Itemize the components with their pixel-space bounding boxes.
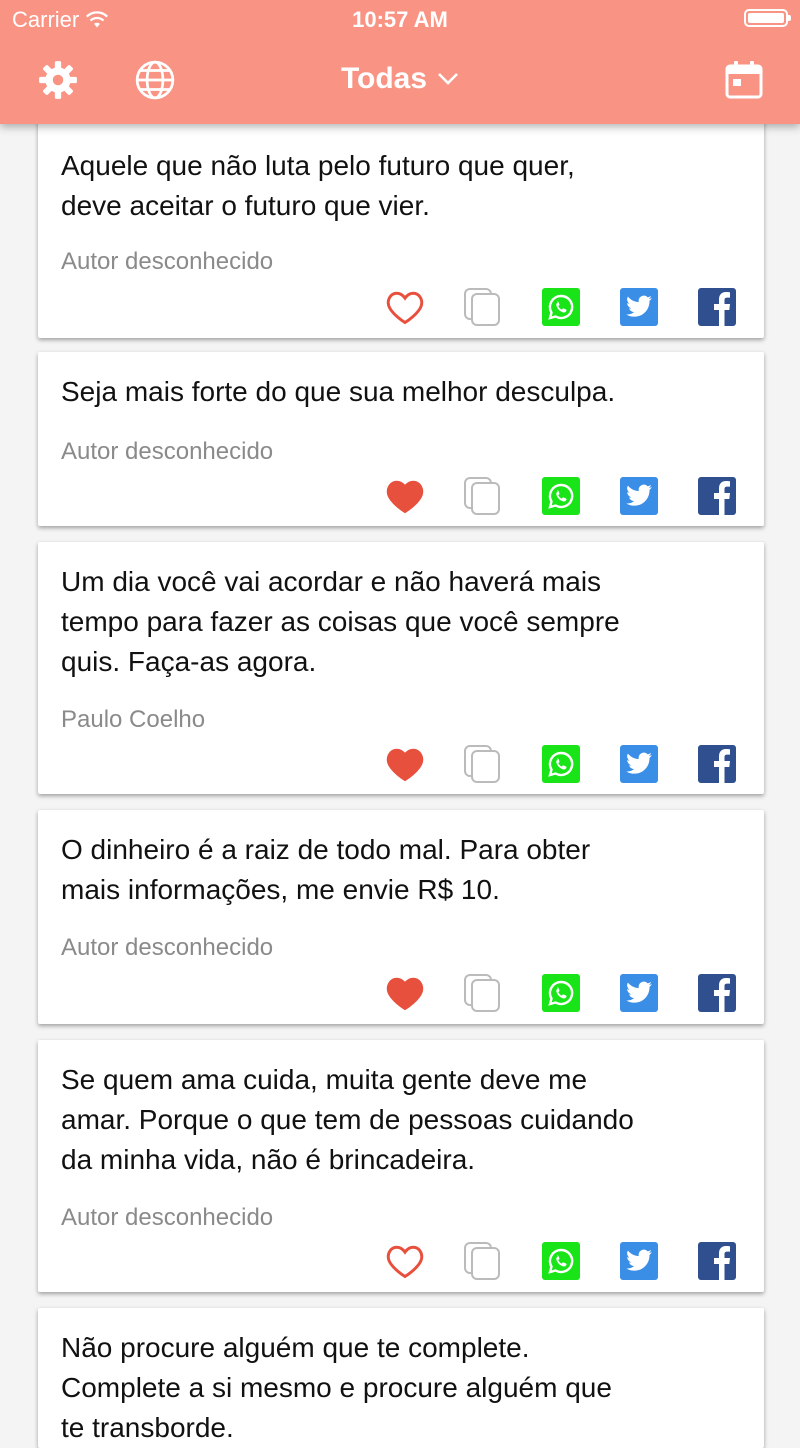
quote-line: Não procure alguém que te complete.: [61, 1332, 530, 1363]
quote-card: Se quem ama cuida, muita gente deve me a…: [38, 1040, 764, 1292]
facebook-icon: [698, 974, 736, 1012]
whatsapp-icon: [542, 1242, 580, 1280]
copy-icon: [464, 745, 500, 783]
quote-actions: [385, 973, 737, 1013]
whatsapp-icon: [542, 288, 580, 326]
whatsapp-icon: [542, 477, 580, 515]
quote-line: Complete a si mesmo e procure alguém que: [61, 1372, 612, 1403]
calendar-icon: [725, 61, 763, 99]
twitter-share-button[interactable]: [619, 973, 659, 1013]
facebook-share-button[interactable]: [697, 1241, 737, 1281]
battery-icon: [744, 9, 791, 27]
quote-card: Um dia você vai acordar e não haverá mai…: [38, 542, 764, 794]
heart-filled-icon: [386, 748, 424, 782]
favorite-button[interactable]: [385, 287, 425, 327]
favorite-button[interactable]: [385, 1241, 425, 1281]
favorite-button[interactable]: [385, 744, 425, 784]
quote-author: Autor desconhecido: [61, 438, 274, 465]
quote-card: Seja mais forte do que sua melhor descul…: [38, 352, 764, 526]
twitter-icon: [620, 477, 658, 515]
quote-text: Aquele que não luta pelo futuro que quer…: [61, 146, 741, 226]
quote-line: amar. Porque o que tem de pessoas cuidan…: [61, 1104, 634, 1135]
facebook-share-button[interactable]: [697, 744, 737, 784]
whatsapp-share-button[interactable]: [541, 973, 581, 1013]
quote-line: te transborde.: [61, 1412, 234, 1443]
twitter-icon: [620, 288, 658, 326]
quote-card: Não procure alguém que te complete. Comp…: [38, 1308, 764, 1448]
quote-line: mais informações, me envie R$ 10.: [61, 874, 500, 905]
facebook-share-button[interactable]: [697, 287, 737, 327]
category-selector[interactable]: Todas: [0, 62, 800, 96]
quote-line: deve aceitar o futuro que vier.: [61, 190, 430, 221]
calendar-button[interactable]: [720, 56, 768, 104]
quote-author: Autor desconhecido: [61, 248, 274, 275]
whatsapp-share-button[interactable]: [541, 287, 581, 327]
quote-text: Um dia você vai acordar e não haverá mai…: [61, 562, 741, 682]
quote-text: Seja mais forte do que sua melhor descul…: [61, 372, 741, 412]
whatsapp-share-button[interactable]: [541, 744, 581, 784]
quote-line: Aquele que não luta pelo futuro que quer…: [61, 150, 575, 181]
whatsapp-icon: [542, 974, 580, 1012]
quote-text: O dinheiro é a raiz de todo mal. Para ob…: [61, 830, 741, 910]
copy-icon: [464, 477, 500, 515]
whatsapp-share-button[interactable]: [541, 476, 581, 516]
status-time: 10:57 AM: [352, 7, 448, 32]
twitter-share-button[interactable]: [619, 744, 659, 784]
nav-title-label: Todas: [340, 62, 428, 95]
quote-actions: [385, 476, 737, 516]
copy-button[interactable]: [463, 287, 503, 327]
nav-bar: Carrier 10:57 AM Todas: [0, 0, 800, 124]
facebook-icon: [698, 1242, 736, 1280]
quote-line: tempo para fazer as coisas que você semp…: [61, 606, 620, 637]
quote-card: Aquele que não luta pelo futuro que quer…: [38, 110, 764, 338]
quote-author: Autor desconhecido: [61, 934, 274, 961]
quote-actions: [385, 1241, 737, 1281]
facebook-icon: [698, 745, 736, 783]
twitter-share-button[interactable]: [619, 1241, 659, 1281]
copy-icon: [464, 1242, 500, 1280]
quote-line: O dinheiro é a raiz de todo mal. Para ob…: [61, 834, 591, 865]
quote-actions: [385, 287, 737, 327]
whatsapp-icon: [542, 745, 580, 783]
favorite-button[interactable]: [385, 973, 425, 1013]
heart-filled-icon: [386, 480, 424, 514]
heart-filled-icon: [386, 977, 424, 1011]
copy-icon: [464, 288, 500, 326]
quote-text: Não procure alguém que te complete. Comp…: [61, 1328, 741, 1448]
facebook-icon: [698, 477, 736, 515]
facebook-share-button[interactable]: [697, 476, 737, 516]
quote-line: Um dia você vai acordar e não haverá mai…: [61, 566, 602, 597]
copy-button[interactable]: [463, 1241, 503, 1281]
twitter-icon: [620, 745, 658, 783]
copy-icon: [464, 974, 500, 1012]
copy-button[interactable]: [463, 476, 503, 516]
whatsapp-share-button[interactable]: [541, 1241, 581, 1281]
quote-card: O dinheiro é a raiz de todo mal. Para ob…: [38, 810, 764, 1024]
copy-button[interactable]: [463, 744, 503, 784]
favorite-button[interactable]: [385, 476, 425, 516]
quote-text: Se quem ama cuida, muita gente deve me a…: [61, 1060, 741, 1180]
heart-outline-icon: [386, 1245, 424, 1279]
quote-line: Se quem ama cuida, muita gente deve me: [61, 1064, 588, 1095]
quote-author: Paulo Coelho: [61, 706, 206, 733]
quote-line: Seja mais forte do que sua melhor descul…: [61, 376, 616, 407]
quote-actions: [385, 744, 737, 784]
facebook-share-button[interactable]: [697, 973, 737, 1013]
facebook-icon: [698, 288, 736, 326]
quote-line: quis. Faça-as agora.: [61, 646, 317, 677]
twitter-share-button[interactable]: [619, 476, 659, 516]
chevron-down-icon: [438, 73, 458, 85]
heart-outline-icon: [386, 291, 424, 325]
quote-author: Autor desconhecido: [61, 1204, 274, 1231]
twitter-icon: [620, 1242, 658, 1280]
copy-button[interactable]: [463, 973, 503, 1013]
twitter-share-button[interactable]: [619, 287, 659, 327]
quote-line: da minha vida, não é brincadeira.: [61, 1144, 476, 1175]
twitter-icon: [620, 974, 658, 1012]
